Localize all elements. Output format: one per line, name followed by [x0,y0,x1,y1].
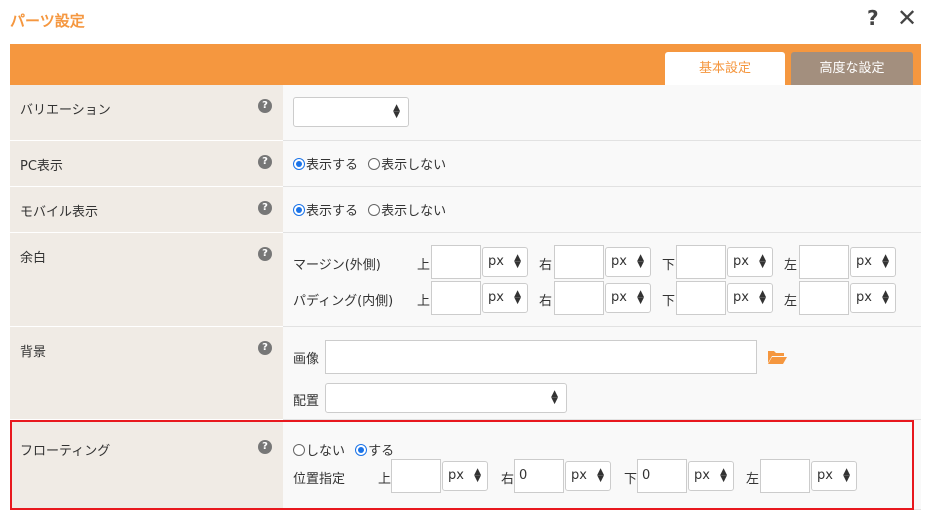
tab-bar: 基本設定 高度な設定 [10,44,921,85]
mobile-show-option: 表示する [306,204,359,219]
pc-show-radio[interactable] [293,158,305,170]
background-label: 背景 [20,345,47,360]
variation-label: バリエーション [20,103,111,118]
question-circle-icon[interactable]: ? [258,201,272,215]
mobile-hide-radio[interactable] [368,204,381,216]
pc-hide-option: 表示しない [381,158,447,173]
folder-open-icon[interactable] [767,349,787,365]
row-pc-display: PC表示 ? 表示する 表示しない [10,141,921,187]
margin-left-input[interactable] [799,245,849,279]
margin-bottom-side: 下 [662,258,676,273]
floating-highlight-box [10,420,914,510]
margin-right-input[interactable] [554,245,604,279]
margin-left-side: 左 [784,258,798,273]
spacing-label: 余白 [20,251,47,266]
background-position-select[interactable]: ▲ ▼ [325,383,567,413]
close-icon[interactable]: ✕ [897,4,917,32]
select-arrows-icon: ▲ ▼ [551,389,558,406]
question-circle-icon[interactable]: ? [258,155,272,169]
mobile-display-label: モバイル表示 [20,205,99,220]
margin-bottom-unit-select[interactable]: px ▲ ▼ [727,247,773,277]
row-background: 背景 ? 画像 配置 ▲ ▼ [10,327,921,420]
padding-right-side: 右 [539,294,553,309]
select-arrows-icon: ▲ ▼ [759,289,766,306]
margin-left-unit-select[interactable]: px ▲ ▼ [850,247,896,277]
padding-left-unit-select[interactable]: px ▲ ▼ [850,283,896,313]
padding-bottom-side: 下 [662,294,676,309]
question-circle-icon[interactable]: ? [258,99,272,113]
variation-select[interactable]: ▲ ▼ [293,97,409,127]
select-arrows-icon: ▲ ▼ [637,289,644,306]
row-variation: バリエーション ? ▲ ▼ [10,85,921,141]
padding-top-input[interactable] [431,281,481,315]
margin-right-unit-select[interactable]: px ▲ ▼ [605,247,651,277]
margin-top-side: 上 [417,258,431,273]
margin-top-input[interactable] [431,245,481,279]
padding-left-input[interactable] [799,281,849,315]
tab-advanced-settings[interactable]: 高度な設定 [791,52,913,85]
image-url-input[interactable] [325,340,757,374]
margin-right-side: 右 [539,258,553,273]
padding-right-input[interactable] [554,281,604,315]
padding-left-side: 左 [784,294,798,309]
select-arrows-icon: ▲ ▼ [882,289,889,306]
select-arrows-icon: ▲ ▼ [759,253,766,270]
select-arrows-icon: ▲ ▼ [514,289,521,306]
padding-bottom-input[interactable] [676,281,726,315]
margin-label: マージン(外側) [293,258,381,273]
margin-bottom-input[interactable] [676,245,726,279]
question-circle-icon[interactable]: ? [258,247,272,261]
pc-hide-radio[interactable] [368,158,381,170]
mobile-show-radio[interactable] [293,204,305,216]
margin-top-unit-select[interactable]: px ▲ ▼ [482,247,528,277]
dialog-title: パーツ設定 [10,12,85,30]
row-mobile-display: モバイル表示 ? 表示する 表示しない [10,187,921,233]
pc-display-label: PC表示 [20,159,63,174]
pc-show-option: 表示する [306,158,359,173]
question-circle-icon[interactable]: ? [258,341,272,355]
mobile-display-radio-group: 表示する 表示しない [293,200,452,219]
tab-basic-settings[interactable]: 基本設定 [665,52,785,85]
row-spacing: 余白 ? マージン(外側) 上 px ▲ ▼ 右 px ▲ ▼ 下 px ▲ ▼ 左 px ▲… [10,233,921,327]
padding-label: パディング(内側) [293,294,394,309]
mobile-hide-option: 表示しない [381,204,447,219]
padding-right-unit-select[interactable]: px ▲ ▼ [605,283,651,313]
image-label: 画像 [293,352,320,367]
position-label: 配置 [293,394,320,409]
select-arrows-icon: ▲ ▼ [637,253,644,270]
select-arrows-icon: ▲ ▼ [514,253,521,270]
select-arrows-icon: ▲ ▼ [882,253,889,270]
padding-bottom-unit-select[interactable]: px ▲ ▼ [727,283,773,313]
help-icon[interactable]: ? [867,6,879,30]
select-arrows-icon: ▲ ▼ [393,103,400,120]
dialog-header: パーツ設定 ? ✕ [0,0,932,40]
padding-top-side: 上 [417,294,431,309]
padding-top-unit-select[interactable]: px ▲ ▼ [482,283,528,313]
pc-display-radio-group: 表示する 表示しない [293,154,452,173]
